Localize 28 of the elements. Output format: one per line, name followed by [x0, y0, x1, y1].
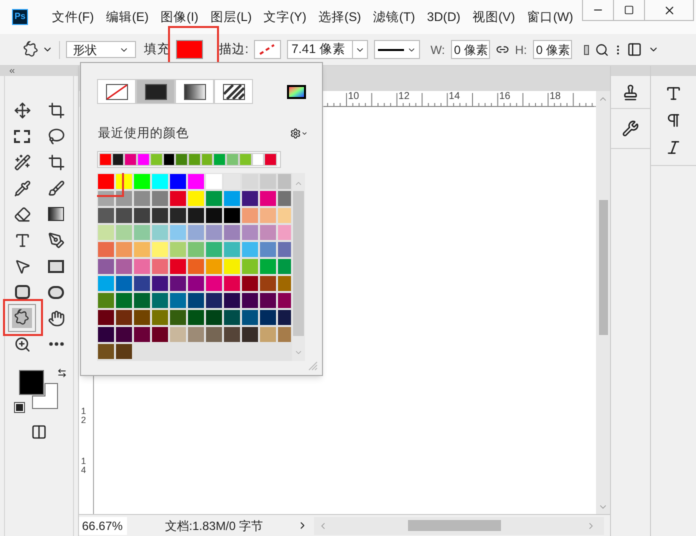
- menu-item[interactable]: 编辑(E): [106, 8, 149, 26]
- menu-item[interactable]: 图像(I): [160, 8, 198, 26]
- menu-item[interactable]: 窗口(W): [527, 8, 574, 26]
- menu-item[interactable]: 滤镜(T): [373, 8, 416, 26]
- document-info: 文档:1.83M/0 字节: [165, 518, 264, 534]
- zoom-level[interactable]: 66.67%: [79, 516, 127, 534]
- menu-item[interactable]: 视图(V): [472, 8, 516, 26]
- ruler-label: 18: [550, 92, 561, 102]
- mode-dropdown[interactable]: 形状: [66, 41, 136, 58]
- menu-item[interactable]: 文字(Y): [264, 8, 306, 26]
- height-field[interactable]: 0 像素: [532, 40, 572, 59]
- ruler-label: 14: [448, 92, 460, 102]
- ruler-label: 10: [348, 92, 360, 102]
- ruler-label: 12: [81, 407, 88, 425]
- app-logo: Ps: [12, 9, 28, 25]
- menu-item[interactable]: 文件(F): [52, 8, 94, 26]
- ruler-label: 16: [499, 92, 510, 102]
- menu-item[interactable]: 图层(L): [210, 8, 252, 26]
- stroke-label: 描边:: [219, 41, 248, 58]
- height-label: H:: [514, 42, 527, 58]
- width-field[interactable]: 0 像素: [450, 40, 490, 59]
- ruler-label: 12: [398, 92, 410, 102]
- stroke-width-dropdown[interactable]: 7.41 像素: [287, 40, 368, 59]
- menu-item[interactable]: 选择(S): [318, 8, 362, 26]
- width-label: W:: [430, 42, 445, 58]
- ruler-label: 14: [81, 457, 88, 475]
- section-title: 最近使用的颜色: [98, 125, 189, 142]
- menu-item[interactable]: 3D(D): [427, 8, 460, 26]
